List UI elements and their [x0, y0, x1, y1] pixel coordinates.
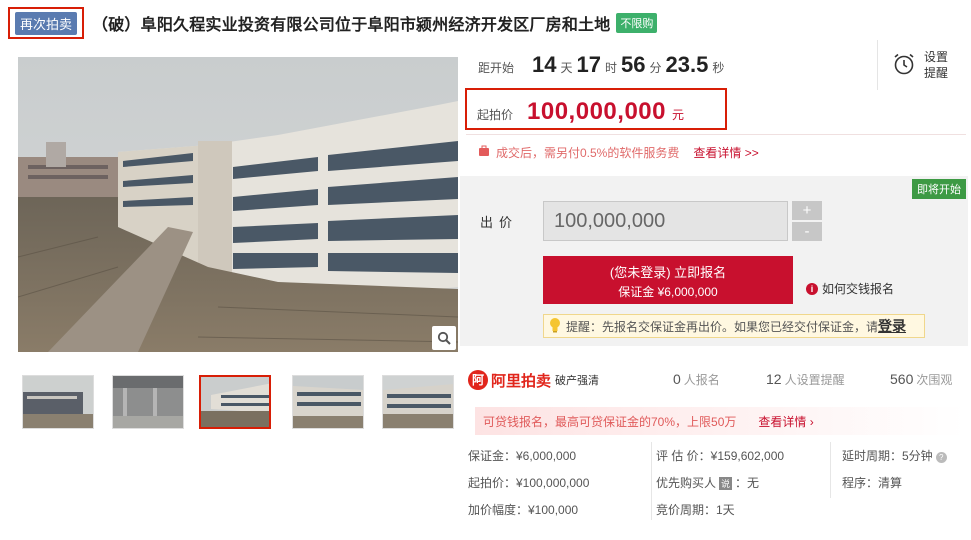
reminder-text: 提醒：先报名交保证金再出价。如果您已经交付保证金，请	[566, 319, 879, 334]
service-fee-text: 成交后，需另付0.5%的软件服务费	[496, 146, 680, 160]
start-price-info: 起拍价：¥100,000,000	[468, 476, 590, 490]
explain-icon[interactable]: 说	[719, 477, 733, 490]
bid-label: 出价	[480, 215, 519, 230]
how-to-pay-label: 如何交钱报名	[822, 282, 895, 296]
service-fee-notice: 成交后，需另付0.5%的软件服务费 查看详情 >>	[466, 134, 966, 170]
how-to-pay-link[interactable]: i 如何交钱报名	[806, 280, 894, 297]
countdown-minutes: 56	[621, 52, 646, 77]
login-link[interactable]: 登录	[878, 316, 906, 336]
ali-auction-logo: 阿 阿里拍卖 破产强清	[468, 370, 599, 391]
seconds-unit: 秒	[712, 61, 725, 75]
reminders-stat: 12 人设置提醒	[766, 371, 845, 388]
lightbulb-icon	[548, 317, 562, 336]
thumbnail-active[interactable]	[199, 375, 271, 429]
bag-icon	[478, 145, 490, 160]
service-fee-details-link[interactable]: 查看详情 >>	[693, 144, 758, 161]
reminders-label: 人设置提醒	[784, 373, 845, 387]
bid-stepper: + -	[792, 201, 822, 241]
bid-amount-input[interactable]: 100,000,000	[543, 201, 788, 241]
countdown: 距开始 14 天 17 时 56 分 23.5 秒	[478, 52, 728, 78]
deposit-loan-text: 可贷钱报名，最高可贷保证金的70%，上限50万	[483, 414, 737, 429]
column-divider	[830, 442, 831, 498]
deposit-info: 保证金：¥6,000,000	[468, 449, 577, 463]
column-divider	[651, 442, 652, 520]
auction-stats: 阿 阿里拍卖 破产强清 0 人报名 12 人设置提醒 560 次围观	[468, 363, 968, 397]
deposit-loan-details-link[interactable]: 查看详情 ›	[758, 413, 813, 430]
countdown-label: 距开始	[478, 61, 515, 75]
minutes-unit: 分	[649, 61, 662, 75]
bid-period-info: 竞价周期：1天	[656, 503, 735, 517]
reminders-count: 12	[766, 371, 782, 387]
bid-panel: 即将开始 出价 100,000,000 + - (您未登录) 立即报名 保证金 …	[460, 176, 968, 346]
increase-bid-button[interactable]: +	[792, 201, 822, 220]
starting-soon-tag: 即将开始	[912, 179, 966, 199]
countdown-seconds: 23.5	[665, 52, 709, 77]
register-button-label: (您未登录) 立即报名	[609, 265, 727, 280]
days-unit: 天	[560, 61, 573, 75]
main-photo[interactable]	[18, 57, 458, 352]
no-limit-tag: 不限购	[616, 13, 658, 33]
thumbnail[interactable]	[382, 375, 454, 429]
hours-unit: 时	[605, 61, 618, 75]
info-icon: i	[806, 282, 818, 295]
start-price-highlight: 起拍价 100,000,000 元	[465, 88, 727, 130]
decrease-bid-button[interactable]: -	[792, 222, 822, 241]
thumbnail-strip	[22, 375, 462, 429]
thumbnail[interactable]	[112, 375, 184, 429]
register-deposit-label: 保证金 ¥6,000,000	[618, 285, 718, 299]
register-now-button[interactable]: (您未登录) 立即报名 保证金 ¥6,000,000	[543, 256, 793, 304]
increment-info: 加价幅度：¥100,000	[468, 503, 579, 517]
viewers-label: 次围观	[916, 373, 953, 387]
start-price-label: 起拍价	[477, 108, 514, 122]
magnifier-icon	[437, 331, 451, 345]
relist-tag: 再次拍卖	[15, 11, 78, 35]
ali-logo-icon: 阿	[468, 370, 488, 390]
deposit-loan-banner: 可贷钱报名，最高可贷保证金的70%，上限50万 查看详情 ›	[475, 407, 965, 435]
help-icon[interactable]: ?	[935, 452, 947, 463]
registrants-count: 0	[673, 371, 681, 387]
priority-buyer-label: 优先购买人	[656, 476, 717, 490]
priority-buyer-info: 优先购买人说：无	[656, 474, 759, 491]
relist-highlight: 再次拍卖	[8, 7, 85, 39]
countdown-hours: 17	[576, 52, 601, 77]
delay-period-text: 延时周期：5分钟	[842, 449, 933, 463]
set-reminder-label: 设置提醒	[924, 50, 949, 80]
registrants-label: 人报名	[683, 373, 720, 387]
registrants-stat: 0 人报名	[673, 371, 720, 388]
delay-period-info: 延时周期：5分钟?	[842, 447, 947, 464]
thumbnail[interactable]	[292, 375, 364, 429]
start-price-unit: 元	[671, 108, 684, 122]
priority-buyer-value: ：无	[735, 476, 760, 490]
start-price-value: 100,000,000	[527, 98, 666, 125]
thumbnail[interactable]	[22, 375, 94, 429]
countdown-days: 14	[532, 52, 557, 77]
platform-name: 阿里拍卖	[491, 372, 552, 390]
viewers-count: 560	[890, 371, 914, 387]
title-row: 再次拍卖 （破）阜阳久程实业投资有限公司位于阜阳市颍州经济开发区厂房和土地 不限…	[8, 6, 958, 40]
procedure-info: 程序：清算	[842, 476, 903, 490]
auction-title: （破）阜阳久程实业投资有限公司位于阜阳市颍州经济开发区厂房和土地	[92, 17, 611, 34]
set-reminder-button[interactable]: 设置提醒	[877, 40, 967, 90]
valuation-info: 评 估 价：¥159,602,000	[656, 449, 785, 463]
platform-subtitle: 破产强清	[555, 375, 600, 387]
factory-photo	[18, 57, 458, 352]
login-reminder: 提醒：先报名交保证金再出价。如果您已经交付保证金，请 登录	[543, 314, 925, 338]
viewers-stat: 560 次围观	[890, 371, 952, 388]
zoom-button[interactable]	[432, 326, 456, 350]
alarm-clock-icon	[892, 52, 916, 79]
